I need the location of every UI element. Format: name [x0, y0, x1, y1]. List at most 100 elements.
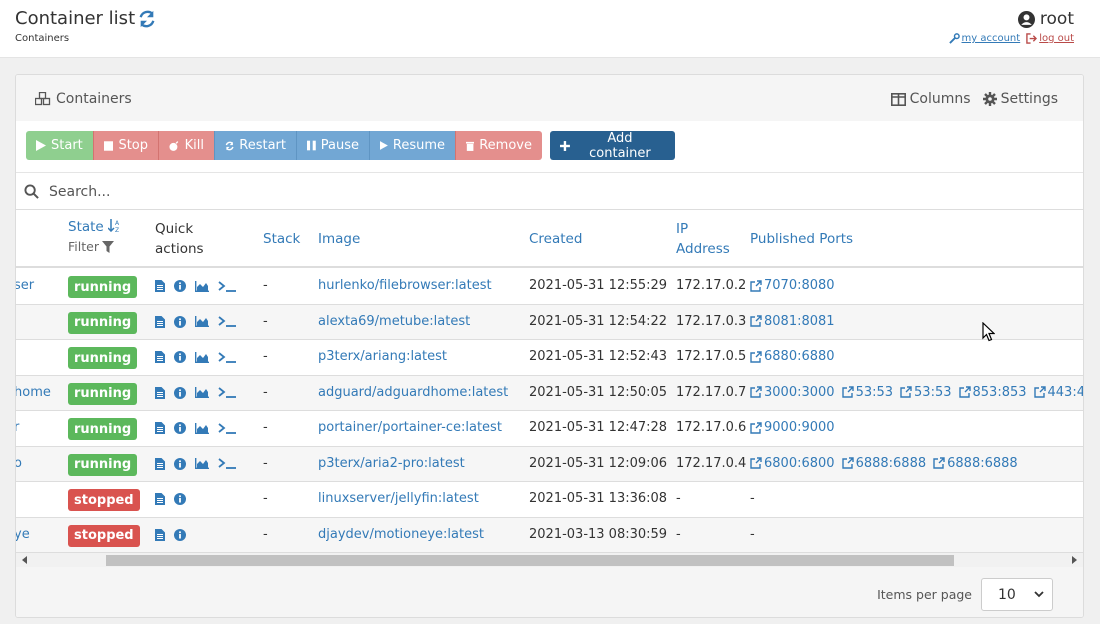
resume-button[interactable]: Resume — [369, 131, 455, 160]
stop-button[interactable]: Stop — [93, 131, 158, 160]
info-circle-icon[interactable] — [174, 528, 186, 541]
file-text-icon[interactable] — [155, 280, 165, 292]
port-mapping: 853:853 — [972, 384, 1027, 400]
image-link[interactable]: portainer/portainer-ce:latest — [318, 420, 502, 435]
terminal-icon[interactable] — [218, 280, 236, 292]
terminal-icon[interactable] — [218, 316, 236, 327]
log-out-link[interactable]: log out — [1026, 33, 1074, 44]
terminal-icon[interactable] — [218, 458, 236, 469]
area-chart-icon[interactable] — [195, 351, 209, 363]
info-circle-icon[interactable] — [174, 386, 186, 399]
add-container-button[interactable]: Add container — [550, 131, 675, 161]
image-link[interactable]: hurlenko/filebrowser:latest — [318, 278, 492, 293]
ports-column-header[interactable]: Published Ports — [750, 229, 853, 249]
search-input[interactable] — [49, 182, 549, 202]
items-per-page-select[interactable]: 10 — [981, 578, 1053, 611]
quick-actions — [155, 422, 236, 434]
area-chart-icon[interactable] — [195, 316, 209, 327]
file-text-icon[interactable] — [155, 422, 165, 434]
terminal-icon[interactable] — [218, 387, 236, 398]
published-port-link[interactable]: 6800:6800 — [750, 456, 835, 471]
no-ports: - — [750, 491, 755, 506]
table-row[interactable]: stopped - linuxserver/jellyfin:latest 20… — [16, 482, 1083, 518]
info-circle-icon[interactable] — [174, 422, 186, 434]
my-account-link[interactable]: my account — [948, 33, 1020, 44]
settings-button[interactable]: Settings — [982, 91, 1058, 107]
remove-button[interactable]: Remove — [455, 131, 542, 160]
file-text-icon[interactable] — [155, 386, 165, 399]
container-name-link[interactable]: ser — [16, 278, 34, 293]
published-port-link[interactable]: 853:853 — [958, 384, 1027, 400]
stack-column-header[interactable]: Stack — [263, 229, 300, 249]
table-row[interactable]: ser running - hurlenko/filebrowser:lates… — [16, 269, 1083, 305]
container-name-link[interactable]: home — [16, 385, 51, 400]
table-row[interactable]: ye stopped - djaydev/motioneye:latest 20… — [16, 517, 1083, 553]
image-link[interactable]: p3terx/ariang:latest — [318, 349, 447, 364]
horizontal-scrollbar[interactable] — [16, 553, 1083, 567]
table-row[interactable]: home running - adguard/adguardhome:lates… — [16, 375, 1083, 411]
ip-column-header[interactable]: IP Address — [676, 219, 730, 259]
published-ports: 9000:9000 — [750, 420, 835, 435]
columns-button[interactable]: Columns — [890, 91, 971, 107]
info-circle-icon[interactable] — [174, 351, 186, 363]
created-column-header[interactable]: Created — [529, 229, 582, 249]
file-text-icon[interactable] — [155, 493, 165, 505]
kill-button[interactable]: Kill — [158, 131, 214, 160]
published-port-link[interactable]: 443:443 — [1033, 385, 1083, 400]
table-row[interactable]: running - alexta69/metube:latest 2021-05… — [16, 304, 1083, 340]
scrollbar-thumb[interactable] — [106, 555, 954, 566]
published-port-link[interactable]: 6880:6880 — [750, 349, 835, 364]
container-name-link[interactable]: o — [16, 456, 22, 471]
terminal-icon[interactable] — [218, 422, 236, 434]
published-port-link[interactable]: 53:53 — [841, 385, 893, 400]
container-name-link[interactable]: ye — [16, 527, 30, 542]
published-port-link[interactable]: 3000:3000 — [750, 385, 835, 400]
published-port-link[interactable]: 9000:9000 — [750, 420, 835, 435]
published-port-link[interactable]: 53:53 — [900, 385, 952, 400]
state-header-label: State — [68, 219, 104, 235]
file-text-icon[interactable] — [155, 315, 165, 328]
start-button[interactable]: Start — [26, 131, 93, 160]
terminal-icon[interactable] — [218, 351, 236, 363]
state-column-header[interactable]: State AZ — [68, 217, 121, 237]
file-text-icon[interactable] — [155, 528, 165, 541]
quick-actions-header-line1: Quick — [155, 221, 194, 237]
image-column-header[interactable]: Image — [318, 229, 360, 249]
cubes-icon — [35, 92, 51, 106]
file-text-icon[interactable] — [155, 351, 165, 363]
info-circle-icon[interactable] — [174, 315, 186, 328]
image-link[interactable]: adguard/adguardhome:latest — [318, 385, 508, 400]
table-row[interactable]: running - p3terx/ariang:latest 2021-05-3… — [16, 340, 1083, 376]
info-circle-icon[interactable] — [174, 457, 186, 470]
image-link[interactable]: djaydev/motioneye:latest — [318, 527, 484, 542]
info-circle-icon[interactable] — [174, 493, 186, 505]
svg-text:Z: Z — [115, 227, 119, 232]
info-circle-icon[interactable] — [174, 280, 186, 292]
container-name-link[interactable]: r — [16, 420, 19, 435]
table-header: State AZ Filter Quick actions Stack Imag… — [16, 211, 1083, 268]
image-link[interactable]: alexta69/metube:latest — [318, 314, 470, 329]
external-link-icon — [750, 279, 762, 292]
pause-button[interactable]: Pause — [296, 131, 369, 160]
published-port-link[interactable]: 6888:6888 — [841, 456, 926, 471]
file-text-icon[interactable] — [155, 457, 165, 470]
refresh-icon[interactable] — [138, 10, 156, 28]
area-chart-icon[interactable] — [195, 387, 209, 398]
published-port-link[interactable]: 8081:8081 — [750, 314, 835, 329]
restart-button[interactable]: Restart — [214, 131, 296, 160]
scroll-right-arrow[interactable] — [1072, 556, 1077, 564]
image-link[interactable]: linuxserver/jellyfin:latest — [318, 491, 479, 506]
table-row[interactable]: r running - portainer/portainer-ce:lates… — [16, 411, 1083, 447]
published-port-link[interactable]: 6888:6888 — [933, 456, 1018, 471]
ip-address-value: 172.17.0.6 — [676, 420, 747, 435]
image-link[interactable]: p3terx/aria2-pro:latest — [318, 456, 465, 471]
scroll-left-arrow[interactable] — [22, 556, 27, 564]
table-row[interactable]: o running - p3terx/aria2-pro:latest 2021… — [16, 446, 1083, 482]
published-port-link[interactable]: 7070:8080 — [750, 278, 835, 293]
external-link-icon — [933, 457, 945, 469]
stack-value: - — [263, 526, 268, 542]
area-chart-icon[interactable] — [195, 422, 209, 434]
area-chart-icon[interactable] — [195, 458, 209, 469]
state-filter[interactable]: Filter — [68, 237, 114, 257]
area-chart-icon[interactable] — [195, 280, 209, 292]
